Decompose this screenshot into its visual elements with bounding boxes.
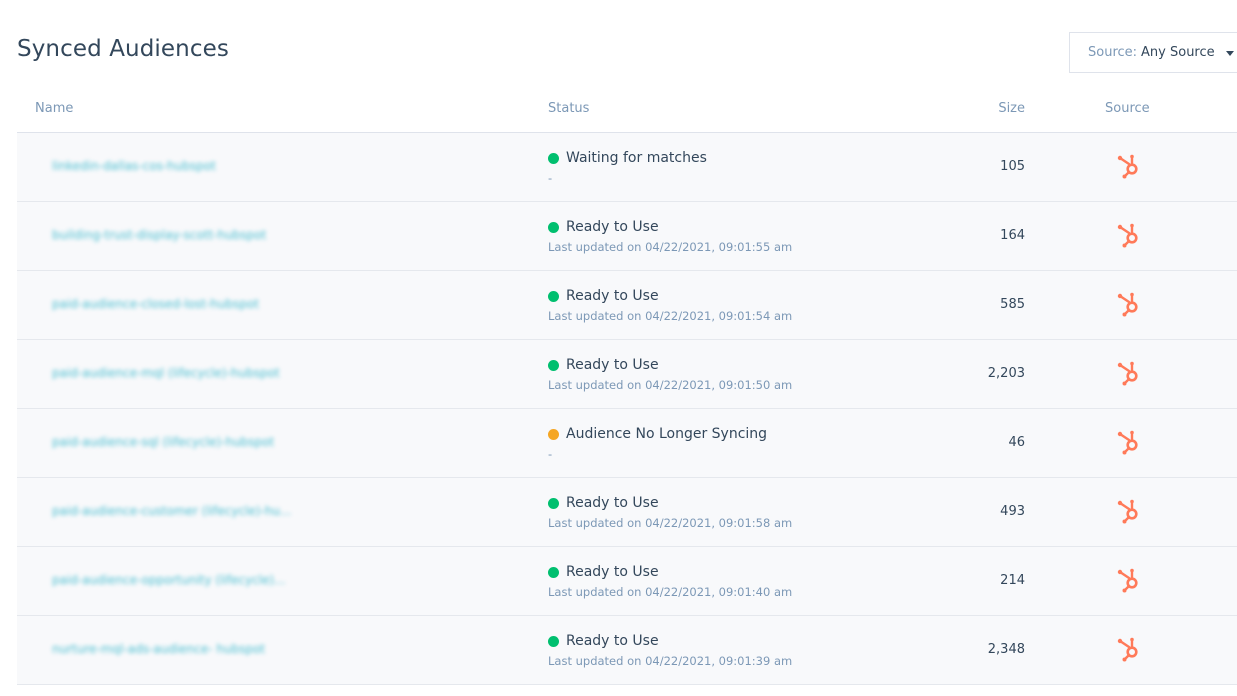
status-dot-icon — [548, 290, 559, 302]
status-cell: Ready to Use — [548, 219, 659, 235]
audience-name-link[interactable]: building-trust-display-scott-hubspot — [52, 228, 266, 242]
source-filter-value: Any Source — [1141, 45, 1215, 60]
column-header-size[interactable]: Size — [998, 101, 1025, 116]
table-row: building-trust-display-scott-hubspot Rea… — [17, 202, 1237, 271]
status-text: Ready to Use — [566, 633, 659, 649]
table-body: linkedin-dallas-cos-hubspot Waiting for … — [17, 133, 1237, 685]
last-updated-text: Last updated on 04/22/2021, 09:01:40 am — [548, 585, 793, 599]
hubspot-sprocket-icon — [1115, 429, 1143, 457]
status-cell: Ready to Use — [548, 495, 659, 511]
audience-size: 46 — [1008, 435, 1025, 450]
last-updated-text: Last updated on 04/22/2021, 09:01:50 am — [548, 378, 793, 392]
caret-down-icon — [1225, 50, 1234, 56]
hubspot-sprocket-icon — [1115, 360, 1143, 388]
table-row: paid-audience-mql (lifecycle)-hubspot Re… — [17, 340, 1237, 409]
audience-size: 493 — [1000, 504, 1025, 519]
audience-size: 2,348 — [987, 642, 1025, 657]
hubspot-sprocket-icon — [1115, 498, 1143, 526]
status-cell: Audience No Longer Syncing — [548, 426, 767, 442]
status-cell: Ready to Use — [548, 633, 659, 649]
audiences-table: Name Status Size Source linkedin-dallas-… — [17, 88, 1237, 685]
column-header-source[interactable]: Source — [1105, 101, 1150, 116]
last-updated-text: - — [548, 447, 553, 461]
table-header: Name Status Size Source — [17, 88, 1237, 133]
status-dot-icon — [548, 497, 559, 509]
audience-name-link[interactable]: paid-audience-customer (lifecycle)-hu... — [52, 504, 291, 518]
source-filter-dropdown[interactable]: Source: Any Source — [1069, 32, 1237, 73]
source-filter-label: Source: — [1088, 45, 1138, 60]
status-text: Ready to Use — [566, 219, 659, 235]
hubspot-sprocket-icon — [1115, 636, 1143, 664]
last-updated-text: Last updated on 04/22/2021, 09:01:58 am — [548, 516, 793, 530]
status-text: Ready to Use — [566, 564, 659, 580]
audience-name-link[interactable]: paid-audience-sql (lifecycle)-hubspot — [52, 435, 274, 449]
status-dot-icon — [548, 635, 559, 647]
table-row: paid-audience-closed-lost-hubspot Ready … — [17, 271, 1237, 340]
hubspot-sprocket-icon — [1115, 222, 1143, 250]
status-cell: Ready to Use — [548, 357, 659, 373]
status-dot-icon — [548, 152, 559, 164]
hubspot-sprocket-icon — [1115, 153, 1143, 181]
status-text: Ready to Use — [566, 357, 659, 373]
status-text: Waiting for matches — [566, 150, 707, 166]
status-dot-icon — [548, 566, 559, 578]
last-updated-text: Last updated on 04/22/2021, 09:01:39 am — [548, 654, 793, 668]
last-updated-text: Last updated on 04/22/2021, 09:01:55 am — [548, 240, 793, 254]
audience-size: 164 — [1000, 228, 1025, 243]
table-row: paid-audience-sql (lifecycle)-hubspot Au… — [17, 409, 1237, 478]
table-row: paid-audience-opportunity (lifecycle)...… — [17, 547, 1237, 616]
audience-name-link[interactable]: paid-audience-opportunity (lifecycle)... — [52, 573, 286, 587]
last-updated-text: Last updated on 04/22/2021, 09:01:54 am — [548, 309, 793, 323]
status-dot-icon — [548, 428, 559, 440]
page-title: Synced Audiences — [17, 36, 229, 62]
table-row: paid-audience-customer (lifecycle)-hu...… — [17, 478, 1237, 547]
status-cell: Waiting for matches — [548, 150, 707, 166]
status-text: Ready to Use — [566, 495, 659, 511]
audience-name-link[interactable]: paid-audience-closed-lost-hubspot — [52, 297, 259, 311]
audience-name-link[interactable]: paid-audience-mql (lifecycle)-hubspot — [52, 366, 280, 380]
audience-size: 2,203 — [987, 366, 1025, 381]
status-dot-icon — [548, 359, 559, 371]
column-header-status[interactable]: Status — [548, 101, 589, 116]
table-row: nurture-mql-ads-audience- hubspot Ready … — [17, 616, 1237, 685]
audience-size: 585 — [1000, 297, 1025, 312]
status-text: Ready to Use — [566, 288, 659, 304]
column-header-name[interactable]: Name — [35, 101, 73, 116]
audience-size: 214 — [1000, 573, 1025, 588]
status-text: Audience No Longer Syncing — [566, 426, 768, 442]
hubspot-sprocket-icon — [1115, 291, 1143, 319]
audience-name-link[interactable]: linkedin-dallas-cos-hubspot — [52, 159, 216, 173]
audience-name-link[interactable]: nurture-mql-ads-audience- hubspot — [52, 642, 265, 656]
status-cell: Ready to Use — [548, 288, 659, 304]
last-updated-text: - — [548, 171, 553, 185]
audience-size: 105 — [1000, 159, 1025, 174]
table-row: linkedin-dallas-cos-hubspot Waiting for … — [17, 133, 1237, 202]
status-dot-icon — [548, 221, 559, 233]
hubspot-sprocket-icon — [1115, 567, 1143, 595]
status-cell: Ready to Use — [548, 564, 659, 580]
